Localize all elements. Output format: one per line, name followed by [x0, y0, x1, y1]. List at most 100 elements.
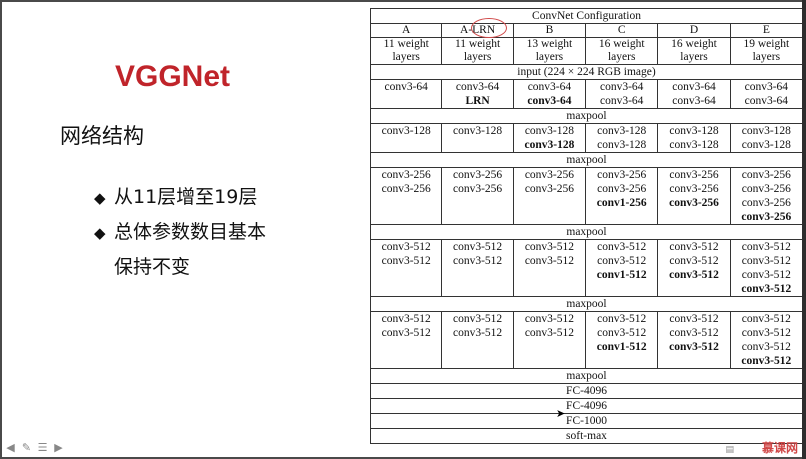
- column-name: A-LRN: [441, 23, 514, 38]
- menu-icon[interactable]: ☰: [36, 441, 49, 454]
- layer-cell: conv3-64 conv3-64: [512, 79, 587, 109]
- layer-cell: conv3-256 conv3-256 conv1-256: [585, 167, 659, 225]
- window-edge: [802, 0, 806, 459]
- next-arrow-icon[interactable]: ▶: [52, 441, 65, 454]
- column-depth: 11 weight layers: [441, 37, 514, 65]
- depth-unit: layers: [463, 51, 492, 63]
- layer-name: conv3-128: [597, 139, 647, 151]
- column-depth: 16 weight layers: [657, 37, 731, 65]
- layer-name: conv3-512: [381, 327, 431, 339]
- depth-label: 13 weight: [526, 38, 573, 50]
- depth-unit: layers: [535, 51, 564, 63]
- bullet-text: 从11层增至19层: [114, 186, 258, 208]
- depth-unit: layers: [607, 51, 636, 63]
- bullet-list: ◆ 从11层增至19层 ◆ 总体参数数目基本 保持不变: [94, 180, 266, 284]
- layer-cell: conv3-64: [369, 79, 443, 109]
- layer-name: conv3-64: [744, 95, 789, 107]
- layer-cell: conv3-128: [441, 123, 514, 153]
- layer-name: conv3-512: [669, 269, 719, 281]
- layer-cell: conv3-256 conv3-256 conv3-256: [657, 167, 731, 225]
- bullet-item: ◆ 总体参数数目基本: [94, 215, 266, 250]
- layer-name: conv3-512: [669, 255, 719, 267]
- layer-cell: conv3-512 conv3-512: [512, 239, 587, 297]
- layer-name: conv3-512: [669, 241, 719, 253]
- layer-cell: conv3-64 conv3-64: [657, 79, 731, 109]
- layer-name: conv3-512: [741, 283, 792, 295]
- layer-name: conv3-512: [524, 313, 575, 325]
- prev-arrow-icon[interactable]: ◀: [4, 441, 17, 454]
- slide-subtitle: 网络结构: [60, 124, 144, 148]
- layer-name: conv3-512: [741, 313, 791, 325]
- layer-name: conv3-512: [524, 241, 575, 253]
- layer-cell: conv3-128 conv3-128: [512, 123, 587, 153]
- layer-name: conv3-256: [741, 169, 791, 181]
- layer-name: conv3-512: [741, 355, 792, 367]
- layer-cell: conv3-512 conv3-512: [512, 311, 587, 369]
- layer-name: conv3-128: [524, 125, 575, 137]
- layer-cell: conv3-512 conv3-512: [369, 311, 443, 369]
- layer-name: conv3-64: [672, 81, 716, 93]
- bullet-continuation: 保持不变: [94, 250, 266, 284]
- layer-cell: conv3-128: [369, 123, 443, 153]
- layer-name: conv1-256: [596, 197, 647, 209]
- column-name: D: [657, 23, 731, 38]
- layer-name: conv3-128: [524, 139, 575, 151]
- layer-cell: conv3-64 conv3-64: [585, 79, 659, 109]
- column-depth: 16 weight layers: [585, 37, 659, 65]
- diamond-bullet-icon: ◆: [94, 189, 106, 207]
- maxpool-row: maxpool: [370, 296, 803, 312]
- layer-name: conv3-512: [452, 313, 503, 325]
- layer-name: conv3-512: [597, 313, 647, 325]
- slide-title: VGGNet: [115, 60, 231, 93]
- layer-cell: conv3-64 conv3-64: [729, 79, 804, 109]
- depth-unit: layers: [752, 51, 781, 63]
- column-depth: 13 weight layers: [512, 37, 587, 65]
- column-name: C: [585, 23, 659, 38]
- layer-name: conv3-128: [669, 125, 719, 137]
- layer-name: conv3-256: [669, 183, 719, 195]
- layer-name: conv3-256: [381, 169, 431, 181]
- layer-name: conv1-512: [596, 341, 647, 353]
- bullet-text: 总体参数数目基本: [114, 221, 267, 243]
- pen-icon[interactable]: ✎: [20, 441, 33, 454]
- layer-name: conv3-512: [381, 313, 431, 325]
- depth-label: 16 weight: [598, 38, 645, 50]
- depth-label: 11 weight: [383, 38, 429, 50]
- layer-name: conv1-512: [596, 269, 647, 281]
- mouse-cursor-icon: ➤: [556, 407, 566, 420]
- layer-name: LRN: [465, 95, 490, 107]
- layer-name: conv3-64: [600, 81, 644, 93]
- maxpool-row: maxpool: [370, 108, 803, 124]
- diamond-bullet-icon: ◆: [94, 224, 106, 242]
- layer-name: conv3-64: [672, 95, 716, 107]
- layer-name: conv3-512: [524, 255, 575, 267]
- layer-name: conv3-128: [669, 139, 719, 151]
- input-row: input (224 × 224 RGB image): [370, 64, 803, 80]
- depth-unit: layers: [392, 51, 420, 63]
- table-caption: ConvNet Configuration: [370, 8, 803, 24]
- layer-cell: conv3-256 conv3-256: [512, 167, 587, 225]
- tail-layer-row: soft-max: [370, 428, 803, 444]
- layer-name: conv3-256: [741, 183, 791, 195]
- layer-name: conv3-256: [669, 197, 719, 209]
- layer-cell: conv3-64 LRN: [441, 79, 514, 109]
- slide-sorter-icon: ▤: [725, 445, 734, 455]
- watermark-logo: 慕课网: [761, 441, 798, 455]
- layer-cell: conv3-512 conv3-512 conv3-512: [657, 239, 731, 297]
- layer-cell: conv3-512 conv3-512 conv3-512: [657, 311, 731, 369]
- maxpool-row: maxpool: [370, 224, 803, 240]
- presentation-frame: VGGNet 网络结构 ◆ 从11层增至19层 ◆ 总体参数数目基本 保持不变 …: [0, 0, 806, 459]
- layer-name: conv3-64: [384, 81, 428, 93]
- column-name: E: [729, 23, 804, 38]
- layer-name: conv3-128: [741, 139, 791, 151]
- layer-cell: conv3-128 conv3-128: [585, 123, 659, 153]
- layer-name: conv3-512: [669, 313, 719, 325]
- layer-name: conv3-512: [741, 341, 791, 353]
- column-name: A: [369, 23, 443, 38]
- layer-name: conv3-256: [597, 183, 647, 195]
- layer-name: conv3-512: [597, 255, 647, 267]
- layer-name: conv3-256: [381, 183, 431, 195]
- depth-label: 11 weight: [454, 38, 501, 50]
- bullet-item: ◆ 从11层增至19层: [94, 180, 266, 215]
- layer-name: conv3-512: [452, 327, 503, 339]
